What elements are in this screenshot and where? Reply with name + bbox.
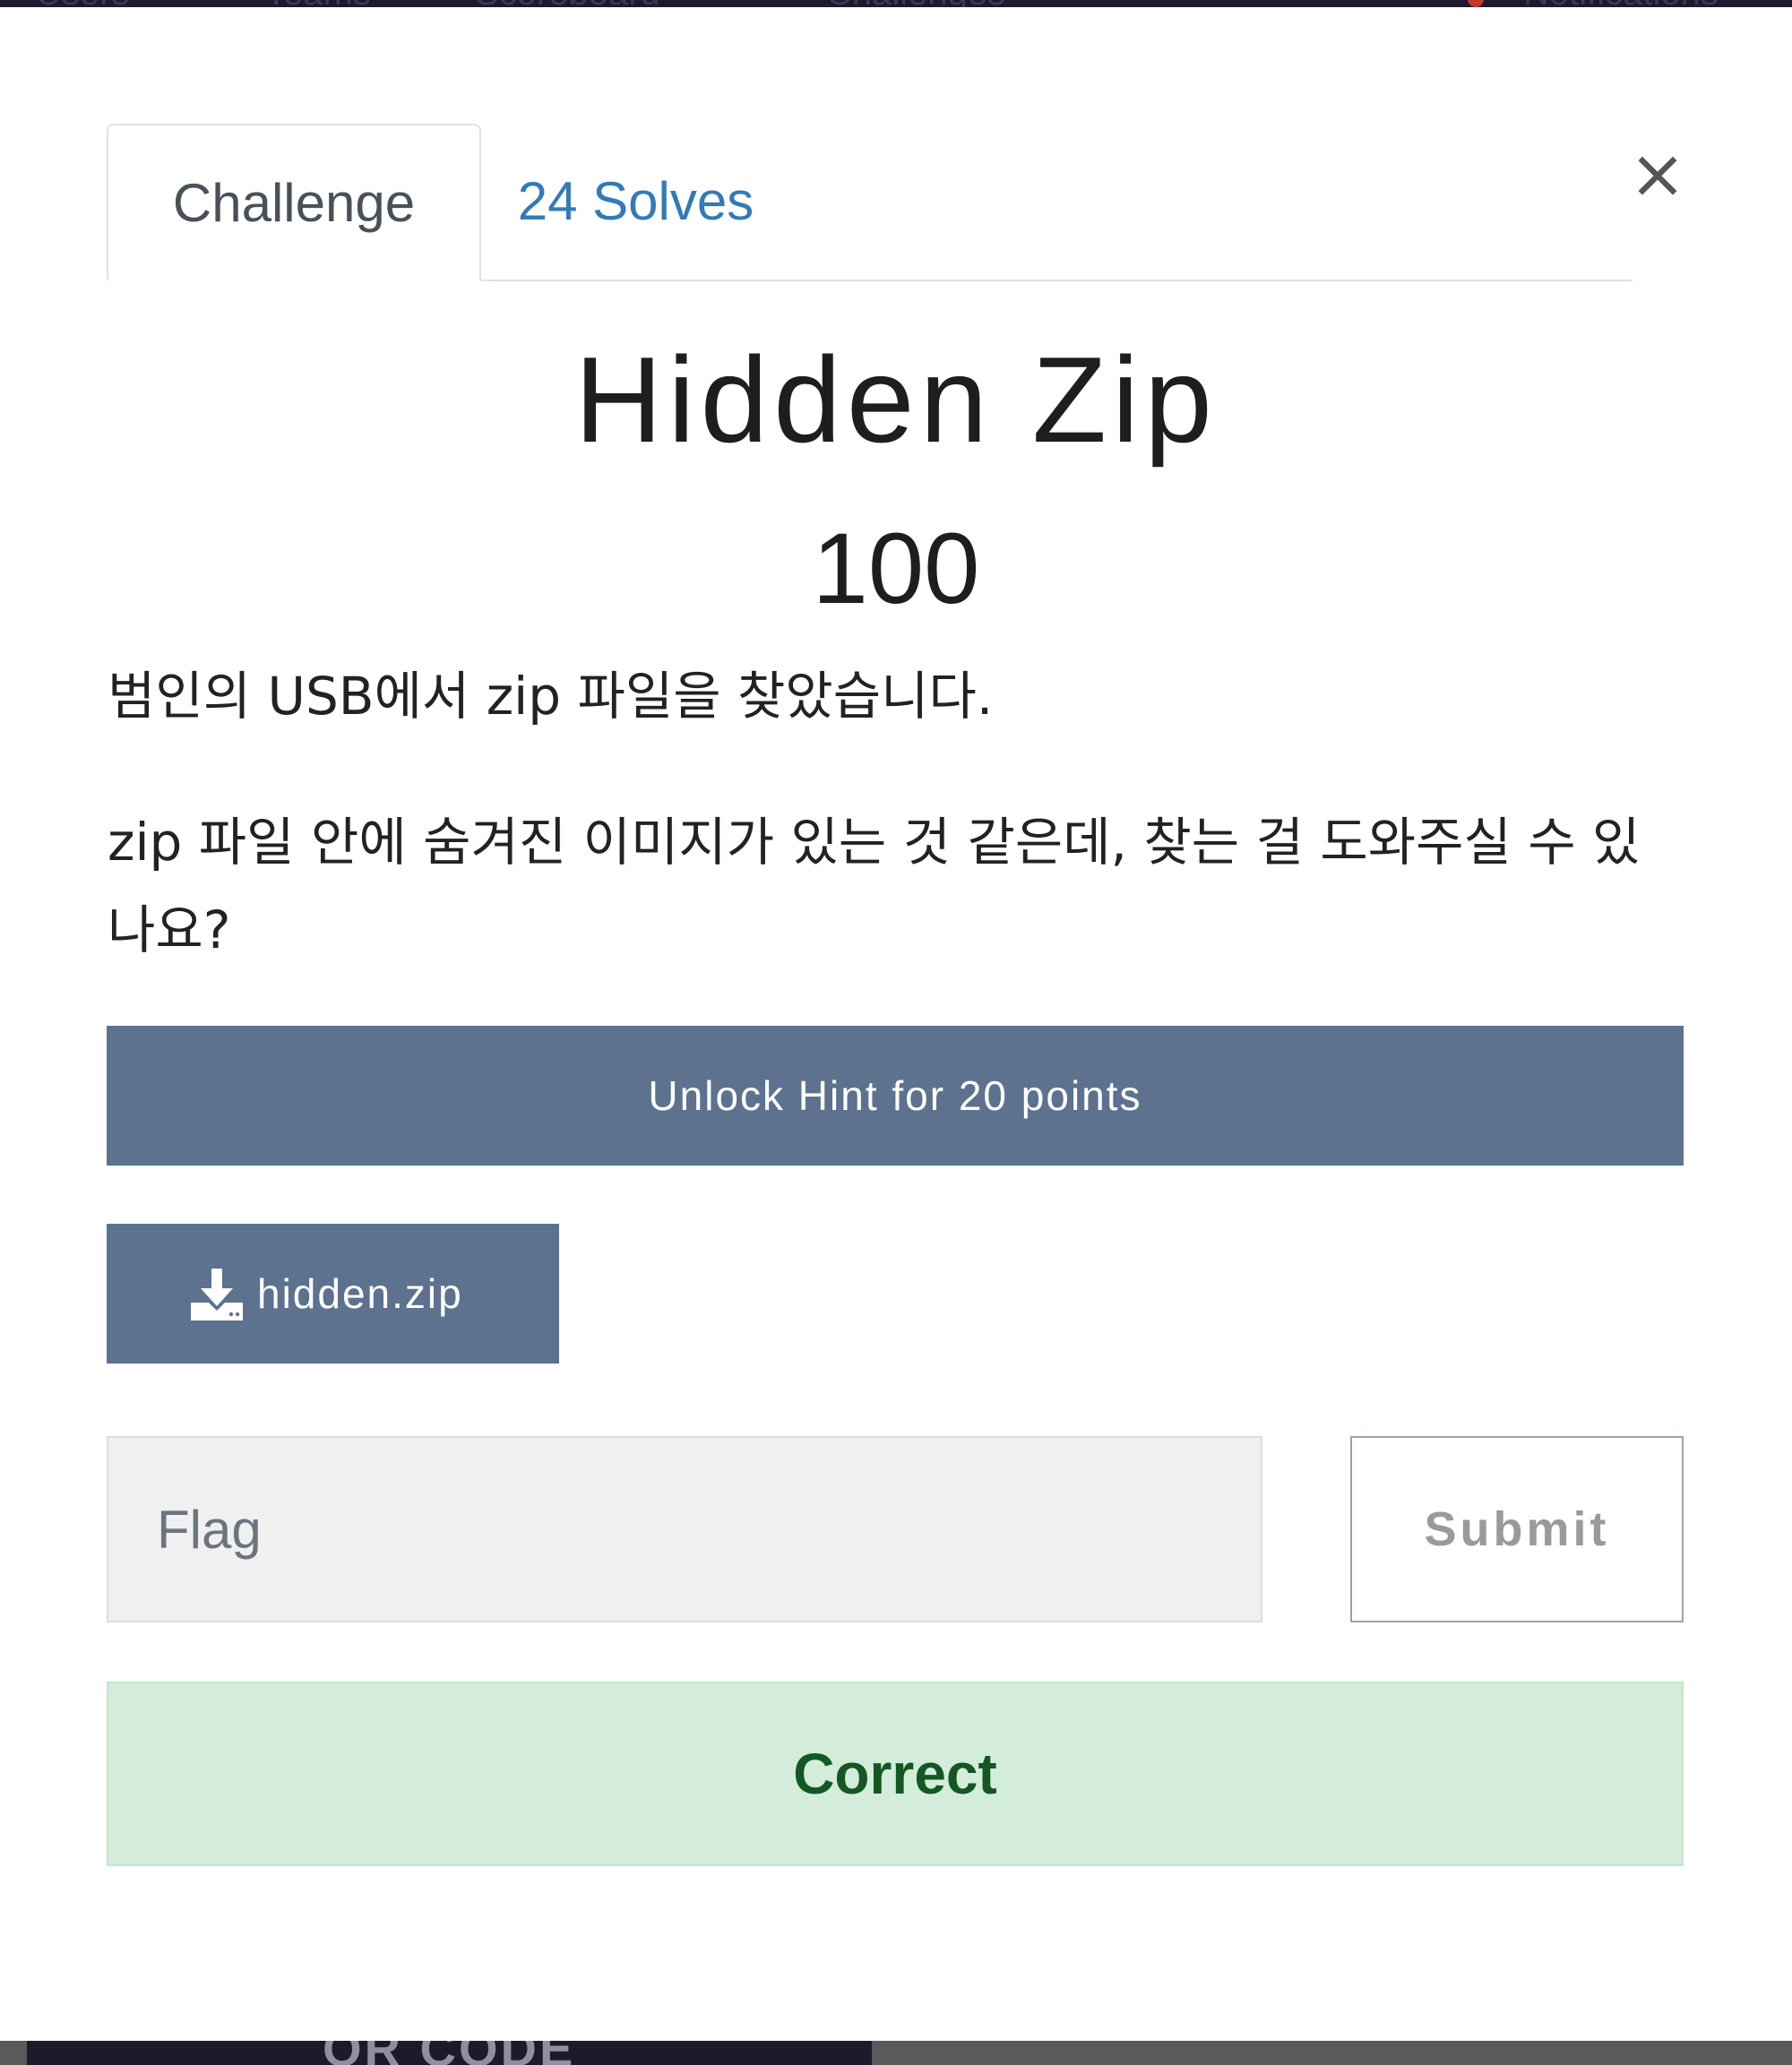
flag-input[interactable] <box>107 1436 1262 1622</box>
submit-button[interactable]: Submit <box>1350 1436 1684 1622</box>
modal-tabs: Challenge 24 Solves <box>107 124 1633 281</box>
download-icon <box>191 1269 243 1321</box>
result-alert: Correct <box>107 1682 1684 1866</box>
challenge-name: Hidden Zip <box>574 331 1218 468</box>
file-download-button[interactable]: hidden.zip <box>107 1224 559 1364</box>
close-button[interactable]: × <box>1624 140 1692 208</box>
nav-item-notifications[interactable]: Notifications <box>1523 0 1719 7</box>
nav-item-teams[interactable]: Teams <box>265 0 371 7</box>
close-icon: × <box>1629 133 1686 213</box>
challenge-description-line: zip 파일 안에 숨겨진 이미지가 있는 것 같은데, 찾는 걸 도와주실 수… <box>108 812 1641 960</box>
notification-badge <box>1468 0 1484 7</box>
challenge-description-line: 범인의 USB에서 zip 파일을 찾았습니다. <box>108 666 994 727</box>
background-footer-panel: QR CODE <box>27 2041 872 2065</box>
nav-item-scoreboard[interactable]: Scoreboard <box>475 0 660 7</box>
file-name: hidden.zip <box>257 1270 463 1317</box>
page: Users Teams Scoreboard Challenges Notifi… <box>0 0 1792 2065</box>
challenge-modal: Challenge 24 Solves × Hidden Zip 100 범인의… <box>0 7 1792 2041</box>
footer-text: QR CODE <box>323 2041 575 2065</box>
unlock-hint-button[interactable]: Unlock Hint for 20 points <box>107 1026 1684 1166</box>
tab-solves[interactable]: 24 Solves <box>481 124 790 280</box>
tab-challenge[interactable]: Challenge <box>107 124 481 281</box>
nav-item-challenges[interactable]: Challenges <box>826 0 1005 7</box>
background-navbar: Users Teams Scoreboard Challenges Notifi… <box>0 0 1792 7</box>
challenge-value: 100 <box>812 512 980 624</box>
background-footer: QR CODE <box>0 2041 1792 2065</box>
nav-item-users[interactable]: Users <box>36 0 129 7</box>
